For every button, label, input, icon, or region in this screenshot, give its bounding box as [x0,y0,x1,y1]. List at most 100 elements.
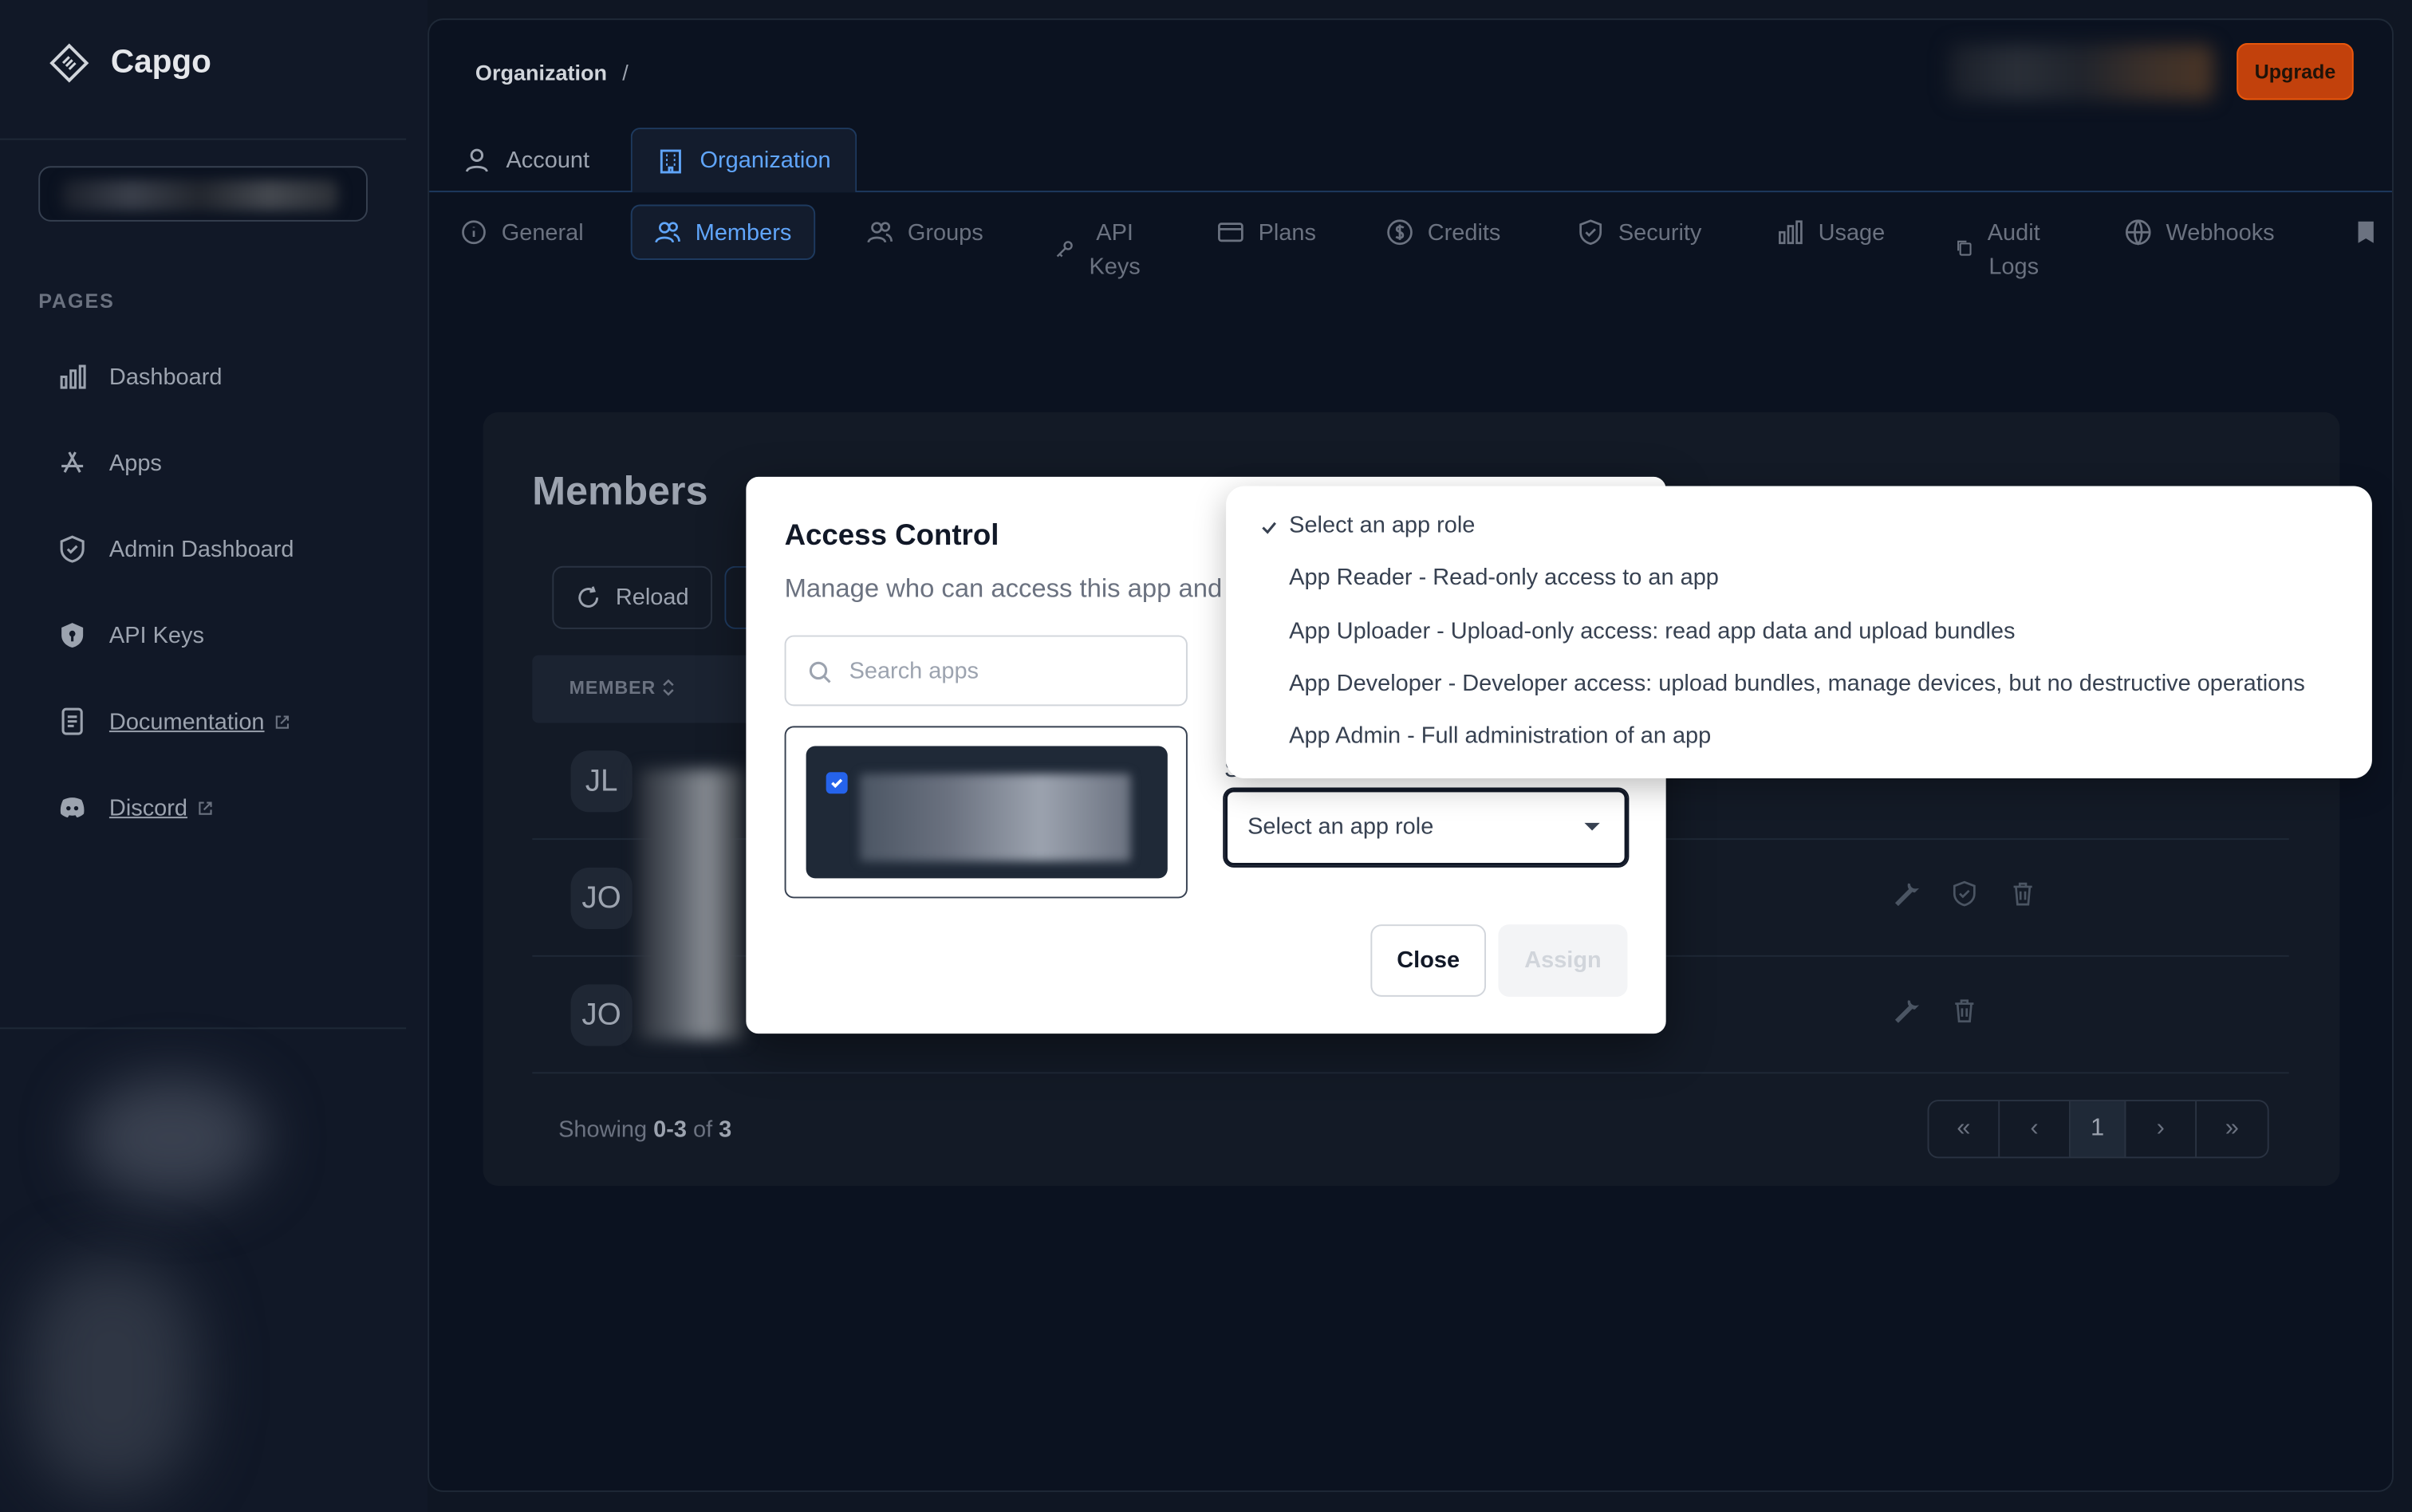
subtab-label: General [501,219,584,246]
user-avatar-blurred[interactable] [80,1077,265,1200]
subtab-general[interactable]: General [439,205,605,260]
breadcrumb-item[interactable]: Organization [475,60,607,85]
sidebar: Capgo PAGES Dashboard Apps Admin Dashboa… [0,0,428,1512]
credit-card-icon [1218,222,1243,242]
users-icon [867,222,893,243]
subtab-label: Logs [1988,254,2040,281]
brand[interactable]: Capgo [49,43,211,83]
subtab-label: Audit [1987,219,2040,246]
sidebar-section-label: PAGES [38,289,115,313]
avatar: JL [570,750,633,813]
prev-page-button[interactable]: ‹ [2000,1101,2071,1157]
role-option[interactable]: App Uploader - Upload-only access: read … [1289,618,2015,644]
role-select-value: Select an app role [1247,813,1434,841]
org-selector[interactable] [38,166,368,222]
subtab-label: Members [695,219,792,246]
members-title: Members [532,467,708,514]
sidebar-item-api-keys[interactable]: API Keys [57,620,204,651]
caret-down-icon [1584,822,1600,831]
bar-chart-icon [60,364,86,389]
bar-chart-icon [1779,220,1803,245]
building-icon [660,148,681,173]
subtab-members[interactable]: Members [630,204,815,260]
tab-label: Organization [700,148,831,174]
page-button-current[interactable]: 1 [2070,1101,2126,1157]
wrench-icon[interactable] [1892,880,1920,908]
sidebar-item-documentation[interactable]: Documentation [57,706,290,737]
sidebar-item-apps[interactable]: Apps [57,447,162,478]
check-icon [1262,522,1276,534]
subtab-credits[interactable]: Credits [1365,205,1523,260]
trash-icon[interactable] [1950,997,1978,1025]
subtab-label: Webhooks [2166,219,2275,246]
last-page-button[interactable]: » [2197,1101,2268,1156]
subtab-api-keys[interactable]: API Keys [1032,217,1162,288]
subtab-label: API [1096,219,1133,246]
discord-icon [60,797,85,818]
subtab-security[interactable]: Security [1555,205,1724,260]
subtab-usage[interactable]: Usage [1756,205,1907,260]
sidebar-item-admin-dashboard[interactable]: Admin Dashboard [57,534,294,565]
subtab-label: Credits [1427,219,1501,246]
summary-range: 0-3 [653,1116,687,1144]
globe-icon [2125,219,2151,246]
user-info-blurred [27,1261,197,1492]
tab-account[interactable]: Account [439,128,614,192]
assign-button[interactable]: Assign [1498,924,1628,997]
first-page-button[interactable]: « [1929,1101,2000,1157]
subtab-plans[interactable]: Plans [1196,205,1338,260]
wrench-icon[interactable] [1892,997,1920,1025]
summary-prefix: Showing [558,1116,648,1144]
sidebar-divider [0,1027,407,1030]
shield-icon [60,535,85,563]
subtab-label: Keys [1089,254,1141,281]
subtab-groups[interactable]: Groups [845,205,1005,260]
subtab-label: Usage [1818,219,1886,246]
column-header-member[interactable]: MEMBER [570,677,676,699]
breadcrumb-separator: / [622,60,629,85]
role-option[interactable]: App Reader - Read-only access to an app [1289,565,1719,591]
sidebar-item-label: Admin Dashboard [108,536,294,562]
users-icon [655,222,680,243]
shield-check-icon[interactable] [1950,880,1978,908]
sidebar-item-label: Documentation [108,708,265,735]
next-page-button[interactable]: › [2126,1101,2197,1157]
app-checkbox[interactable] [826,772,848,794]
copy-icon [1957,240,1972,256]
sidebar-item-label: Dashboard [108,364,223,390]
user-icon [465,148,488,172]
subtab-label: Groups [907,219,983,246]
reload-button[interactable]: Reload [552,565,712,629]
sidebar-item-dashboard[interactable]: Dashboard [57,361,222,392]
subtab-webhooks[interactable]: Webhooks [2103,205,2296,260]
external-link-icon [275,715,289,728]
role-select[interactable]: Select an app role [1224,789,1628,866]
shield-check-icon [1579,219,1602,246]
role-option[interactable]: App Developer - Developer access: upload… [1289,671,2305,697]
subtab-more[interactable] [2331,205,2392,260]
close-button[interactable]: Close [1370,924,1487,997]
sort-icon [663,679,675,696]
tab-label: Account [506,147,590,173]
search-apps-input[interactable] [849,652,1172,690]
app-list-item[interactable] [806,746,1168,879]
app-name-blurred [860,774,1131,862]
app-search [784,635,1188,707]
breadcrumb: Organization / [475,60,629,85]
sidebar-item-label: Apps [108,450,162,476]
sidebar-item-discord[interactable]: Discord [57,792,213,823]
sidebar-item-label: Discord [108,794,188,821]
tab-organization[interactable]: Organization [630,128,857,193]
sidebar-item-label: API Keys [108,622,204,648]
trash-icon[interactable] [2009,880,2037,908]
app-list [784,726,1188,899]
modal-title: Access Control [784,519,999,553]
subtab-audit-logs[interactable]: Audit Logs [1933,217,2061,288]
search-icon [809,661,831,683]
upgrade-button[interactable]: Upgrade [2237,43,2354,100]
role-option[interactable]: Select an app role [1289,512,1475,538]
avatar: JO [570,984,633,1046]
pagination-summary: Showing 0-3 of 3 [558,1116,731,1143]
row-actions [1892,880,2036,908]
role-option[interactable]: App Admin - Full administration of an ap… [1289,723,1711,750]
